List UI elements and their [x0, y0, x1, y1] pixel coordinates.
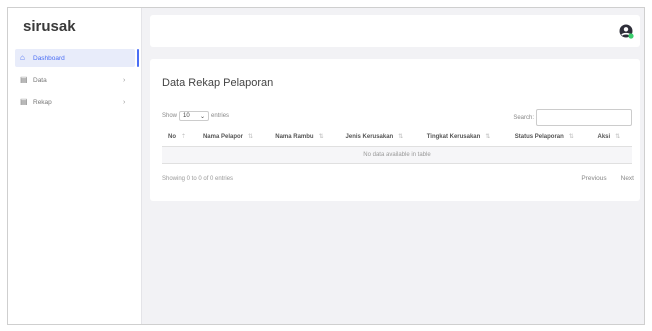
- sort-icon: ⇅: [568, 133, 574, 140]
- previous-button[interactable]: Previous: [581, 175, 606, 182]
- search-input[interactable]: [536, 109, 632, 126]
- column-header-status-pelaporan[interactable]: Status Pelaporan ⇅: [508, 127, 592, 147]
- rekap-card: Data Rekap Pelaporan Show 10 ⌄ entries S…: [150, 59, 640, 201]
- table-icon: ▤: [20, 75, 28, 84]
- table-row: No data available in table: [162, 146, 632, 164]
- top-navbar: [150, 15, 640, 47]
- sidebar-item-rekap[interactable]: ▤ Rekap ›: [15, 93, 135, 111]
- entries-select-value: 10: [183, 113, 190, 119]
- sidebar: sirusak ⌂ Dashboard ▤ Data › ▤ Rekap ›: [8, 8, 142, 324]
- home-icon: ⌂: [20, 53, 25, 62]
- chevron-down-icon: ⌄: [199, 113, 206, 120]
- sidebar-item-dashboard[interactable]: ⌂ Dashboard: [15, 49, 135, 67]
- rekap-table: No ⇡ Nama Pelapor ⇅ Nama Rambu ⇅ Jenis Keru…: [162, 127, 632, 164]
- online-status-dot: [628, 33, 634, 39]
- column-header-aksi[interactable]: Aksi ⇅: [591, 127, 632, 147]
- page-title: Data Rekap Pelaporan: [162, 77, 274, 89]
- app-window: sirusak ⌂ Dashboard ▤ Data › ▤ Rekap › D…: [7, 7, 645, 325]
- active-indicator: [137, 49, 139, 67]
- empty-table-message: No data available in table: [162, 146, 632, 164]
- sort-icon: ⇅: [485, 133, 491, 140]
- entries-select[interactable]: 10 ⌄: [179, 111, 210, 121]
- brand-logo: sirusak: [23, 18, 76, 35]
- sidebar-item-label: Rekap: [33, 98, 52, 106]
- sort-icon: ⇅: [398, 133, 404, 140]
- column-header-jenis-kerusakan[interactable]: Jenis Kerusakan ⇅: [339, 127, 421, 147]
- search-control: Search:: [513, 109, 632, 126]
- entries-length-control: Show 10 ⌄ entries: [162, 111, 229, 121]
- pagination: Previous Next: [581, 175, 634, 182]
- sidebar-item-label: Dashboard: [33, 54, 65, 62]
- column-header-tingkat-kerusakan[interactable]: Tingkat Kerusakan ⇅: [420, 127, 509, 147]
- sort-icon: ⇅: [615, 133, 621, 140]
- sidebar-item-label: Data: [33, 76, 47, 84]
- table-info: Showing 0 to 0 of 0 entries: [162, 176, 234, 182]
- table-icon: ▤: [20, 97, 28, 106]
- sort-icon: ⇅: [318, 133, 324, 140]
- column-header-nama-rambu[interactable]: Nama Rambu ⇅: [269, 127, 340, 147]
- user-circle-icon[interactable]: [618, 23, 634, 39]
- entries-label: entries: [211, 113, 230, 119]
- show-label: Show: [162, 113, 178, 119]
- column-header-no[interactable]: No ⇡: [162, 127, 197, 147]
- search-label: Search:: [513, 114, 534, 121]
- next-button[interactable]: Next: [621, 175, 634, 182]
- sidebar-item-data[interactable]: ▤ Data ›: [15, 71, 135, 89]
- chevron-right-icon: ›: [123, 98, 126, 106]
- table-header-row: No ⇡ Nama Pelapor ⇅ Nama Rambu ⇅ Jenis Keru…: [162, 127, 632, 147]
- column-header-nama-pelapor[interactable]: Nama Pelapor ⇅: [196, 127, 270, 147]
- chevron-right-icon: ›: [123, 76, 126, 84]
- sort-icon: ⇅: [248, 133, 254, 140]
- sort-asc-icon: ⇡: [181, 133, 187, 140]
